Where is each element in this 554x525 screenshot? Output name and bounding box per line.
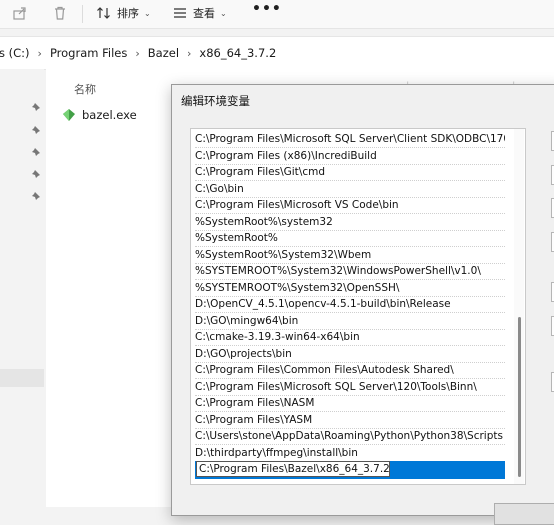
- name-column-header[interactable]: 名称: [74, 81, 96, 97]
- dialog-title: 编辑环境变量: [181, 94, 250, 108]
- breadcrumb-bazel[interactable]: Bazel: [148, 46, 179, 60]
- path-list-item[interactable]: %SystemRoot%\system32: [195, 214, 505, 231]
- view-label: 查看: [193, 7, 215, 20]
- path-list-item[interactable]: D:\GO\mingw64\bin: [195, 313, 505, 330]
- pin-icon[interactable]: [30, 168, 42, 180]
- ok-button[interactable]: [494, 503, 554, 525]
- path-list-item[interactable]: %SYSTEMROOT%\System32\WindowsPowerShell\…: [195, 263, 505, 280]
- chevron-right-icon[interactable]: ›: [38, 47, 42, 60]
- view-icon: [174, 8, 186, 18]
- pin-icon[interactable]: [30, 101, 42, 113]
- path-list-item[interactable]: C:\Program Files\Microsoft SQL Server\12…: [195, 379, 505, 396]
- path-list-item[interactable]: D:\GO\projects\bin: [195, 346, 505, 363]
- breadcrumb-drive[interactable]: ​s (C:): [0, 46, 30, 60]
- toolbar-separator: [82, 5, 83, 23]
- path-list-item[interactable]: C:\Program Files\NASM: [195, 395, 505, 412]
- path-list-item[interactable]: C:\Users\stone\AppData\Roaming\Python\Py…: [195, 428, 505, 445]
- chevron-down-icon: ⌄: [220, 8, 227, 18]
- address-bar[interactable]: ​s (C:) › Program Files › Bazel › x86_64…: [0, 36, 554, 70]
- path-list-item[interactable]: C:\Program Files\Common Files\Autodesk S…: [195, 362, 505, 379]
- path-list-item[interactable]: C:\Program Files (x86)\IncrediBuild: [195, 148, 505, 165]
- edit-env-var-dialog: 编辑环境变量 C:\Program Files\Microsoft SQL Se…: [171, 84, 554, 525]
- nav-selected-item[interactable]: [0, 369, 44, 387]
- explorer-toolbar: 排序 ⌄ 查看 ⌄ •••: [0, 0, 554, 29]
- path-list-item[interactable]: %SystemRoot%: [195, 230, 505, 247]
- more-options-button[interactable]: •••: [252, 1, 282, 17]
- scrollbar-thumb[interactable]: [518, 317, 521, 477]
- sort-button[interactable]: 排序 ⌄: [96, 2, 151, 24]
- sort-label: 排序: [117, 7, 139, 20]
- chevron-right-icon[interactable]: ›: [187, 47, 191, 60]
- sort-icon: [97, 7, 110, 19]
- path-list-item[interactable]: D:\OpenCV_4.5.1\opencv-4.5.1-build\bin\R…: [195, 296, 505, 313]
- path-list[interactable]: C:\Program Files\Microsoft SQL Server\Cl…: [190, 128, 526, 485]
- path-list-item[interactable]: D:\thirdparty\ffmpeg\install\bin: [195, 445, 505, 462]
- pin-icon[interactable]: [30, 190, 42, 202]
- bazel-icon: [63, 109, 75, 121]
- chevron-right-icon[interactable]: ›: [135, 47, 139, 60]
- delete-icon[interactable]: [52, 5, 68, 21]
- path-list-item[interactable]: %SystemRoot%\System32\Wbem: [195, 247, 505, 264]
- chevron-down-icon: ⌄: [144, 8, 151, 18]
- path-list-scrollbar[interactable]: [514, 129, 524, 484]
- path-list-item-selected[interactable]: C:\Program Files\Bazel\x86_64_3.7.2: [195, 461, 505, 479]
- path-edit-input[interactable]: C:\Program Files\Bazel\x86_64_3.7.2: [196, 461, 390, 477]
- path-list-item[interactable]: C:\Program Files\Microsoft VS Code\bin: [195, 197, 505, 214]
- path-list-item[interactable]: %SYSTEMROOT%\System32\OpenSSH\: [195, 280, 505, 297]
- path-list-item[interactable]: C:\Program Files\Git\cmd: [195, 164, 505, 181]
- pin-icon[interactable]: [30, 146, 42, 158]
- breadcrumb-program-files[interactable]: Program Files: [50, 46, 127, 60]
- file-row[interactable]: bazel.exe: [62, 108, 137, 122]
- pin-icon[interactable]: [30, 124, 42, 136]
- path-list-item[interactable]: C:\Program Files\Microsoft SQL Server\Cl…: [195, 131, 505, 148]
- share-icon[interactable]: [12, 5, 28, 21]
- navigation-pane: [0, 69, 44, 507]
- path-list-item[interactable]: C:\Go\bin: [195, 181, 505, 198]
- view-button[interactable]: 查看 ⌄: [172, 2, 227, 24]
- path-list-item[interactable]: C:\Program Files\YASM: [195, 412, 505, 429]
- file-name: bazel.exe: [82, 108, 137, 122]
- path-list-item[interactable]: C:\cmake-3.19.3-win64-x64\bin: [195, 329, 505, 346]
- breadcrumb-current-folder[interactable]: x86_64_3.7.2: [199, 46, 276, 60]
